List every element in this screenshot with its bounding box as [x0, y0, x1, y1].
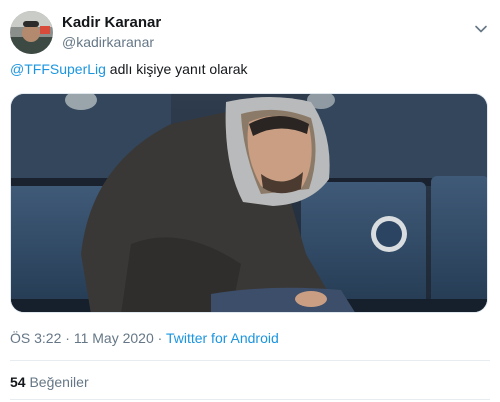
- divider: [10, 360, 490, 361]
- username-handle[interactable]: @kadirkaranar: [62, 34, 154, 50]
- display-name[interactable]: Kadir Karanar: [62, 14, 161, 31]
- tweet-header: Kadir Karanar @kadirkaranar: [0, 0, 500, 60]
- reply-context: @TFFSuperLig adlı kişiye yanıt olarak: [10, 61, 248, 77]
- avatar-image: [10, 11, 53, 54]
- likes-count: 54: [10, 374, 26, 390]
- tweet-timestamp-row: ÖS 3:22 · 11 May 2020 · Twitter for Andr…: [10, 330, 279, 346]
- photo-image: [11, 94, 487, 312]
- chevron-down-icon[interactable]: [474, 22, 488, 36]
- divider: [10, 399, 490, 400]
- avatar[interactable]: [10, 11, 53, 54]
- likes-label: Beğeniler: [29, 374, 89, 390]
- reply-mention-link[interactable]: @TFFSuperLig: [10, 61, 106, 77]
- meta-separator: ·: [153, 330, 166, 346]
- tweet-time[interactable]: ÖS 3:22: [10, 330, 61, 346]
- tweet-photo[interactable]: [10, 93, 488, 313]
- meta-separator: ·: [61, 330, 74, 346]
- tweet-date[interactable]: 11 May 2020: [74, 330, 154, 346]
- likes-stat[interactable]: 54 Beğeniler: [10, 374, 89, 390]
- tweet-source-link[interactable]: Twitter for Android: [166, 330, 279, 346]
- reply-context-text: adlı kişiye yanıt olarak: [105, 61, 248, 77]
